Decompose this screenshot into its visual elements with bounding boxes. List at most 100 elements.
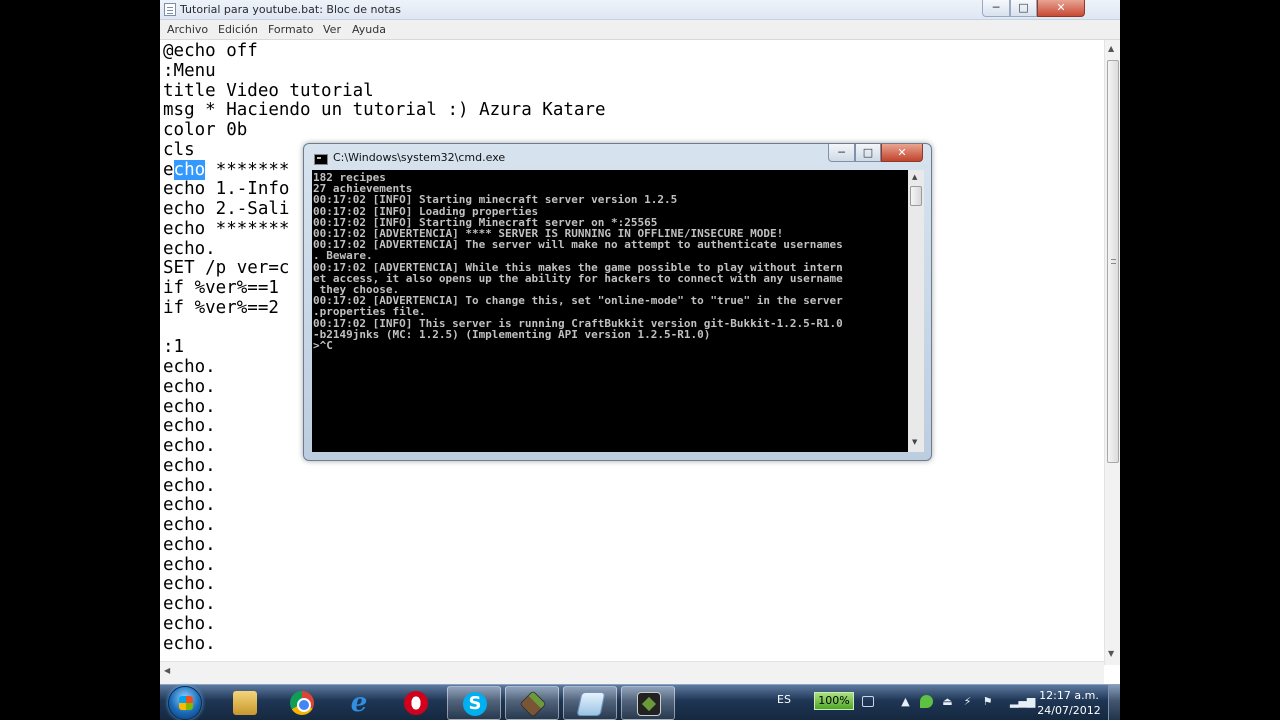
code-line: echo. xyxy=(163,357,216,377)
code-line: echo. xyxy=(163,613,216,634)
notepad-menubar: Archivo Edición Formato Ver Ayuda xyxy=(160,20,1120,40)
code-line: msg * Haciendo un tutorial :) Azura Kata… xyxy=(163,100,606,121)
ie-icon: e xyxy=(350,688,368,718)
notepad-maximize-button[interactable]: □ xyxy=(1010,0,1037,17)
console-line: 00:17:02 [ADVERTENCIA] The server will m… xyxy=(313,238,843,252)
show-desktop-button[interactable] xyxy=(1108,685,1120,720)
cmd-window: C:\Windows\system32\cmd.exe ─ □ ✕ 182 re… xyxy=(303,143,932,461)
code-line: echo. xyxy=(163,455,216,476)
code-line: echo. xyxy=(163,515,216,535)
code-line-selected: echo ******* xyxy=(163,159,290,181)
menu-ayuda[interactable]: Ayuda xyxy=(352,23,386,36)
taskbar-cmd-button[interactable] xyxy=(621,686,675,720)
menu-formato[interactable]: Formato xyxy=(268,23,314,36)
cmd-minecraft-icon xyxy=(637,692,661,716)
code-line: echo 1.-Info xyxy=(163,179,290,200)
notepad-title: Tutorial para youtube.bat: Bloc de notas xyxy=(180,3,402,16)
chrome-icon xyxy=(290,691,314,715)
cmd-maximize-button[interactable]: □ xyxy=(855,144,881,162)
code-line: @echo off xyxy=(163,41,258,61)
notepad-horizontal-scrollbar[interactable]: ◀ xyxy=(160,661,1104,684)
wifi-signal-icon[interactable]: ▂▄▆ xyxy=(1010,695,1035,708)
scroll-down-arrow-icon[interactable]: ▼ xyxy=(912,438,917,446)
code-line: echo. xyxy=(163,238,216,259)
taskbar-chrome-button[interactable] xyxy=(275,686,329,720)
tray-clock-time[interactable]: 12:17 a.m. xyxy=(1036,689,1102,703)
scroll-left-arrow-icon[interactable]: ◀ xyxy=(164,666,170,675)
code-line: echo. xyxy=(163,574,216,595)
console-line: 00:17:02 [INFO] Starting minecraft serve… xyxy=(313,193,678,207)
scrollbar-thumb[interactable] xyxy=(910,186,922,206)
notepad-close-button[interactable]: ✕ xyxy=(1037,0,1085,17)
code-line: echo. xyxy=(163,534,216,555)
code-line: echo. xyxy=(163,436,216,456)
code-line: if %ver%==2 xyxy=(163,297,279,318)
code-line: echo. xyxy=(163,475,216,496)
action-center-flag-icon[interactable]: ⚑ xyxy=(981,695,994,708)
code-line: color 0b xyxy=(163,120,248,140)
code-line: echo. xyxy=(163,416,216,437)
start-orb-icon[interactable] xyxy=(168,686,202,720)
code-line: echo. xyxy=(163,594,216,614)
minecraft-icon xyxy=(519,690,547,718)
cmd-icon xyxy=(314,154,328,165)
notepad-titlebar[interactable]: Tutorial para youtube.bat: Bloc de notas… xyxy=(160,0,1120,20)
tray-battery-meter[interactable]: 100% xyxy=(814,692,854,710)
scroll-down-arrow-icon[interactable]: ▼ xyxy=(1108,649,1114,658)
battery-icon[interactable] xyxy=(862,696,874,707)
code-line: title Video tutorial xyxy=(163,80,374,101)
cmd-titlebar[interactable]: C:\Windows\system32\cmd.exe ─ □ ✕ xyxy=(304,144,931,170)
cmd-console[interactable]: 182 recipes 27 achievements 00:17:02 [IN… xyxy=(312,170,908,452)
menu-edicion[interactable]: Edición xyxy=(218,23,258,36)
notepad-minimize-button[interactable]: ─ xyxy=(982,0,1010,17)
code-line: echo. xyxy=(163,495,216,516)
taskbar-opera-button[interactable] xyxy=(389,686,443,720)
code-line: echo. xyxy=(163,633,216,654)
code-line: :1 xyxy=(163,337,185,358)
taskbar: e S ES 100% ▲ ⏏ ⚡ ⚑ ▂▄▆ 12:17 a.m. 24/07… xyxy=(160,684,1120,720)
notepad-app-icon xyxy=(576,692,606,716)
tray-language[interactable]: ES xyxy=(777,693,791,706)
taskbar-skype-button[interactable]: S xyxy=(447,686,501,720)
explorer-folder-icon xyxy=(233,691,257,715)
notepad-doc-icon xyxy=(164,3,176,16)
code-line: if %ver%==1 xyxy=(163,278,279,298)
usb-icon[interactable]: ⏏ xyxy=(941,695,954,708)
opera-icon xyxy=(404,691,428,715)
taskbar-notepad-button[interactable] xyxy=(563,686,617,720)
console-line: . Beware. xyxy=(313,249,373,263)
code-line: :Menu xyxy=(163,60,216,81)
code-line: SET /p ver=c xyxy=(163,258,290,279)
text-selection[interactable]: cho xyxy=(173,159,206,180)
code-line: echo 2.-Sali xyxy=(163,199,290,219)
scroll-up-arrow-icon[interactable]: ▲ xyxy=(912,173,917,181)
code-line: echo. xyxy=(163,376,216,397)
code-line: cls xyxy=(163,139,195,160)
tray-green-app-icon[interactable] xyxy=(920,695,933,708)
skype-icon: S xyxy=(463,692,487,716)
menu-archivo[interactable]: Archivo xyxy=(167,23,208,36)
tray-expand-arrow-icon[interactable]: ▲ xyxy=(899,695,912,708)
cmd-title: C:\Windows\system32\cmd.exe xyxy=(333,151,506,164)
taskbar-minecraft-button[interactable] xyxy=(505,686,559,720)
console-prompt: >^C xyxy=(313,339,333,352)
scrollbar-thumb[interactable] xyxy=(1107,60,1119,463)
notepad-vertical-scrollbar[interactable]: ▲ ▼ xyxy=(1104,40,1120,665)
console-line: -b2149jnks (MC: 1.2.5) (Implementing API… xyxy=(313,327,711,341)
text-after-selection: ******* xyxy=(205,159,290,180)
code-line: echo. xyxy=(163,554,216,575)
menu-ver[interactable]: Ver xyxy=(323,23,341,36)
cmd-vertical-scrollbar[interactable]: ▲ ▼ xyxy=(908,170,924,452)
cmd-close-button[interactable]: ✕ xyxy=(881,144,923,162)
code-line: echo. xyxy=(163,396,216,417)
scroll-grip-icon xyxy=(1111,259,1116,264)
text-before-selection: e xyxy=(163,159,174,180)
scroll-up-arrow-icon[interactable]: ▲ xyxy=(1108,44,1114,53)
cmd-minimize-button[interactable]: ─ xyxy=(828,144,855,162)
taskbar-explorer-button[interactable] xyxy=(218,686,272,720)
power-icon[interactable]: ⚡ xyxy=(961,695,974,708)
taskbar-ie-button[interactable]: e xyxy=(332,686,386,720)
code-line: echo ******* xyxy=(163,218,290,239)
console-line: .properties file. xyxy=(313,305,426,319)
tray-clock-date[interactable]: 24/07/2012 xyxy=(1036,704,1102,718)
